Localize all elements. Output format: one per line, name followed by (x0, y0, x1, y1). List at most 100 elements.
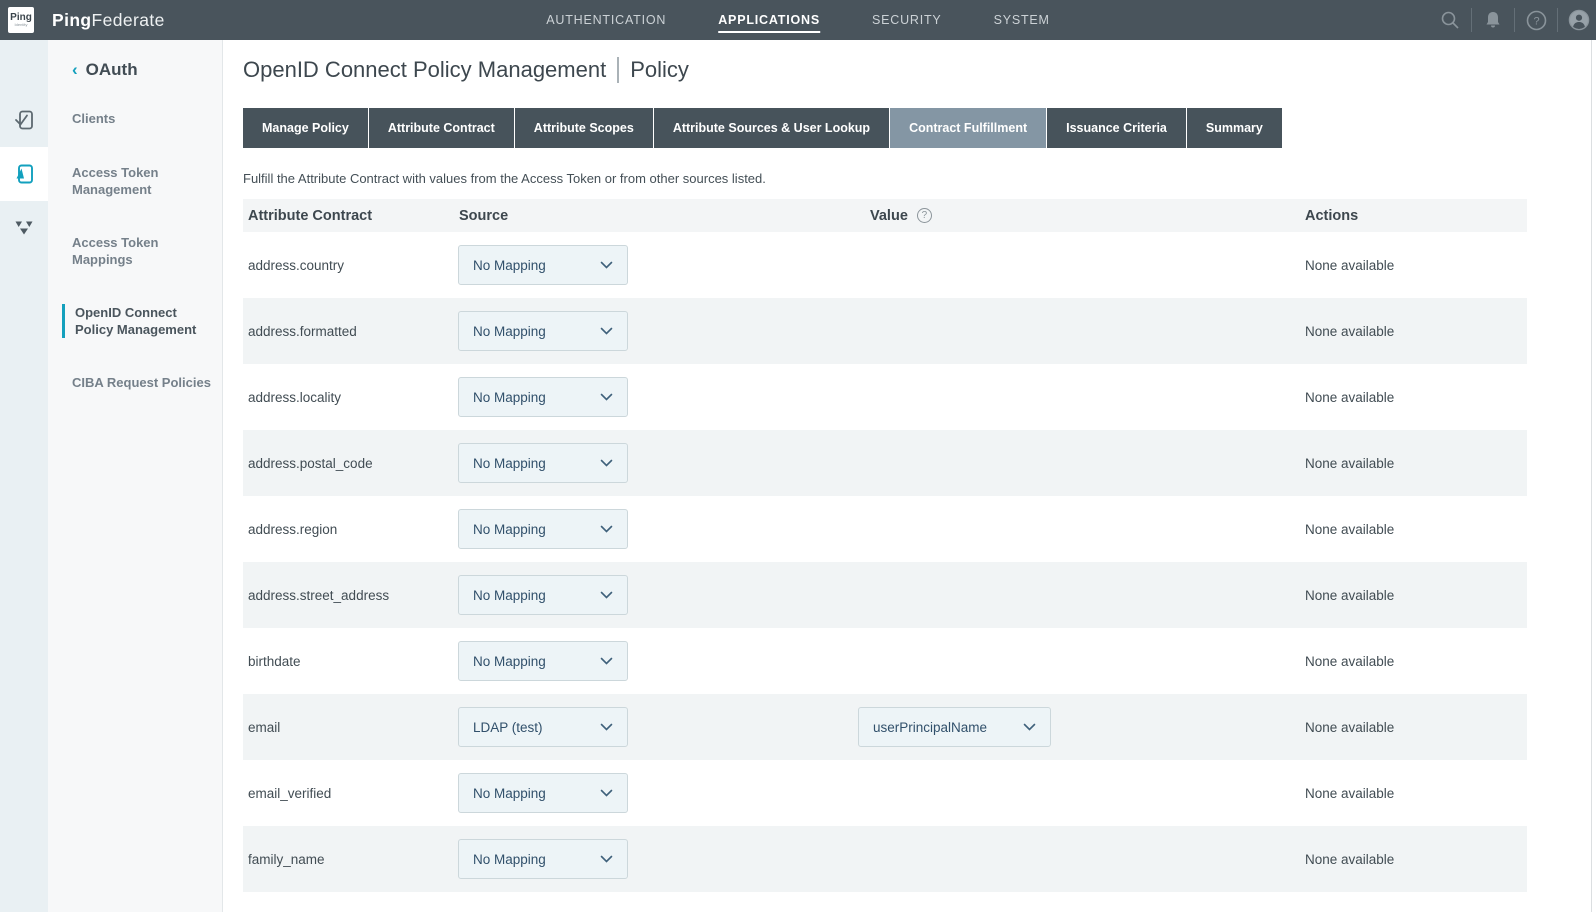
bell-icon[interactable] (1482, 9, 1504, 31)
section-title: OAuth (86, 60, 138, 79)
source-dropdown[interactable]: No Mapping (458, 245, 628, 285)
product-name: PingFederate (52, 10, 165, 31)
logo-subtext: Identity (15, 23, 28, 27)
source-dropdown[interactable]: No Mapping (458, 311, 628, 351)
sidebar-item-access-token-management[interactable]: Access Token Management (72, 164, 214, 198)
source-dropdown[interactable]: No Mapping (458, 575, 628, 615)
sidebar-item-ciba-request-policies[interactable]: CIBA Request Policies (72, 374, 214, 391)
attribute-name: address.street_address (248, 588, 389, 603)
source-dropdown-value: No Mapping (473, 456, 546, 471)
sidebar-item-openid-connect-policy-management[interactable]: OpenID Connect Policy Management (62, 304, 214, 338)
tab-attribute-scopes[interactable]: Attribute Scopes (515, 108, 653, 148)
nav-item-system[interactable]: SYSTEM (994, 0, 1050, 40)
tab-attribute-sources-user-lookup[interactable]: Attribute Sources & User Lookup (654, 108, 889, 148)
chevron-down-icon (600, 657, 613, 665)
source-dropdown[interactable]: No Mapping (458, 377, 628, 417)
page-title-row: OpenID Connect Policy Management Policy (243, 57, 689, 83)
actions-text: None available (1305, 456, 1394, 471)
svg-text:?: ? (1533, 15, 1539, 27)
rail-item-clients[interactable] (0, 93, 48, 147)
tab-manage-policy[interactable]: Manage Policy (243, 108, 368, 148)
tab-contract-fulfillment[interactable]: Contract Fulfillment (890, 108, 1046, 148)
header-attribute-contract: Attribute Contract (243, 208, 458, 224)
source-dropdown[interactable]: LDAP (test) (458, 707, 628, 747)
attribute-name: email (248, 720, 280, 735)
source-dropdown[interactable]: No Mapping (458, 839, 628, 879)
attribute-name: family_name (248, 852, 325, 867)
actions-text: None available (1305, 390, 1394, 405)
sidebar-menu: ‹ OAuth Clients Access Token Management Acc… (48, 40, 223, 912)
value-dropdown[interactable]: userPrincipalName (858, 707, 1051, 747)
header-value: Value ? (858, 208, 1305, 224)
actions-text: None available (1305, 588, 1394, 603)
source-dropdown[interactable]: No Mapping (458, 773, 628, 813)
chevron-down-icon (600, 789, 613, 797)
source-dropdown[interactable]: No Mapping (458, 641, 628, 681)
attribute-name: address.formatted (248, 324, 357, 339)
table-row: address.region No Mapping None available (243, 496, 1527, 562)
primary-nav: AUTHENTICATION APPLICATIONS SECURITY SYSTEM (546, 0, 1050, 40)
value-help-icon[interactable]: ? (917, 208, 932, 223)
rail-item-mappings[interactable] (0, 201, 48, 255)
table-row: address.street_address No Mapping None a… (243, 562, 1527, 628)
sidebar-item-clients[interactable]: Clients (72, 110, 214, 127)
table-row: birthdate No Mapping None available (243, 628, 1527, 694)
value-dropdown-value: userPrincipalName (873, 720, 987, 735)
header-source: Source (458, 208, 858, 224)
back-chevron-icon: ‹ (72, 60, 78, 79)
chevron-down-icon (600, 723, 613, 731)
divider (1557, 8, 1558, 32)
search-icon[interactable] (1439, 9, 1461, 31)
main-content: OpenID Connect Policy Management Policy … (224, 40, 1596, 912)
icon-rail (0, 40, 48, 912)
nav-item-authentication[interactable]: AUTHENTICATION (546, 0, 666, 40)
policy-tabs: Manage PolicyAttribute ContractAttribute… (243, 108, 1282, 148)
table-row: email LDAP (test) userPrincipalName None… (243, 694, 1527, 760)
nav-item-applications[interactable]: APPLICATIONS (718, 0, 820, 40)
attribute-name: address.country (248, 258, 344, 273)
top-bar: Ping Identity PingFederate AUTHENTICATIO… (0, 0, 1596, 40)
source-dropdown[interactable]: No Mapping (458, 509, 628, 549)
source-dropdown[interactable]: No Mapping (458, 443, 628, 483)
page-subtitle: Policy (630, 57, 689, 83)
title-divider (617, 57, 619, 83)
table-header-row: Attribute Contract Source Value ? Action… (243, 199, 1527, 232)
page-title: OpenID Connect Policy Management (243, 57, 606, 83)
chevron-down-icon (600, 855, 613, 863)
chevron-down-icon (600, 327, 613, 335)
actions-text: None available (1305, 324, 1394, 339)
chevron-down-icon (600, 261, 613, 269)
divider (1514, 8, 1515, 32)
user-avatar-icon[interactable] (1568, 9, 1590, 31)
source-dropdown-value: No Mapping (473, 588, 546, 603)
sidebar-section-oauth[interactable]: ‹ OAuth (72, 60, 138, 80)
source-dropdown-value: No Mapping (473, 258, 546, 273)
scrollbar-track-line (1591, 40, 1592, 912)
chevron-down-icon (600, 393, 613, 401)
chevron-down-icon (600, 591, 613, 599)
actions-text: None available (1305, 522, 1394, 537)
source-dropdown-value: No Mapping (473, 852, 546, 867)
attribute-name: email_verified (248, 786, 331, 801)
chevron-down-icon (1023, 723, 1036, 731)
tab-issuance-criteria[interactable]: Issuance Criteria (1047, 108, 1186, 148)
source-dropdown-value: LDAP (test) (473, 720, 543, 735)
actions-text: None available (1305, 654, 1394, 669)
table-row: email_verified No Mapping None available (243, 760, 1527, 826)
nav-item-security[interactable]: SECURITY (872, 0, 942, 40)
actions-text: None available (1305, 720, 1394, 735)
actions-text: None available (1305, 852, 1394, 867)
rail-item-oauth-active[interactable] (0, 147, 48, 201)
table-row: address.formatted No Mapping None availa… (243, 298, 1527, 364)
ping-logo: Ping Identity (8, 7, 34, 33)
tab-summary[interactable]: Summary (1187, 108, 1282, 148)
tab-attribute-contract[interactable]: Attribute Contract (369, 108, 514, 148)
sidebar-item-access-token-mappings[interactable]: Access Token Mappings (72, 234, 214, 268)
table-row: address.locality No Mapping None availab… (243, 364, 1527, 430)
clipboard-check-icon (12, 108, 36, 132)
actions-text: None available (1305, 786, 1394, 801)
header-actions: Actions (1305, 208, 1527, 224)
table-row: address.country No Mapping None availabl… (243, 232, 1527, 298)
attribute-name: address.postal_code (248, 456, 373, 471)
help-icon[interactable]: ? (1525, 9, 1547, 31)
